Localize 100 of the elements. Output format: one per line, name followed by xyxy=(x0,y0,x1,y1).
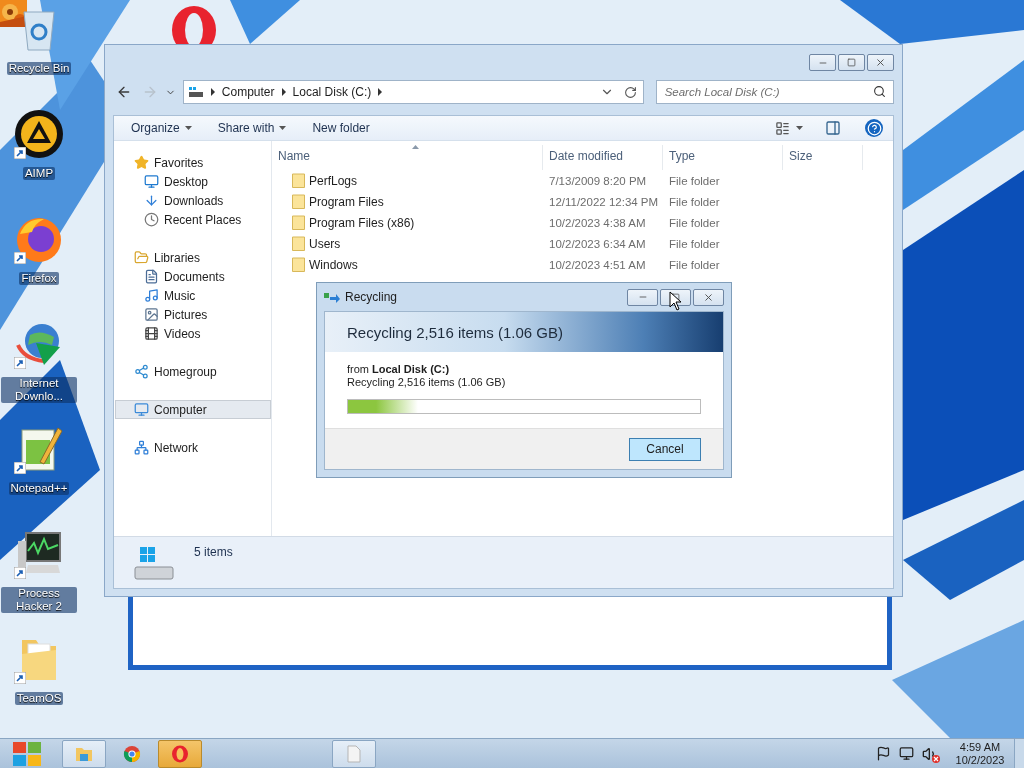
desktop-icon-label[interactable]: Recycle Bin xyxy=(6,62,72,75)
date-cell-text: 7/13/2009 8:20 PM xyxy=(548,174,648,187)
drive-icon xyxy=(187,86,204,98)
column-header[interactable]: Date modified xyxy=(543,145,663,170)
desktop-icon-label[interactable]: TeamOS xyxy=(14,692,64,705)
source-text: from Local Disk (C:) xyxy=(347,363,451,376)
dialog-heading: Recycling 2,516 items (1.06 GB) xyxy=(347,323,563,341)
document-icon xyxy=(144,269,159,284)
progress-detail: Recycling 2,516 items (1.06 GB) xyxy=(347,376,507,389)
help-icon[interactable] xyxy=(865,119,883,137)
film-icon xyxy=(144,326,159,341)
chrome-logo-icon xyxy=(123,744,141,763)
breadcrumb-item[interactable]: Local Disk (C:) xyxy=(292,85,372,99)
speaker-icon[interactable] xyxy=(922,745,938,762)
network-icon xyxy=(134,440,149,455)
opera-logo-icon xyxy=(171,744,189,763)
desktop-icon-label[interactable]: AIMP xyxy=(22,167,56,180)
address-bar[interactable]: Computer Local Disk (C:) xyxy=(182,80,644,104)
nav-item[interactable]: Favorites xyxy=(115,153,271,172)
file-name[interactable]: PerfLogs xyxy=(272,173,543,188)
nav-item[interactable]: Libraries xyxy=(115,248,271,267)
windows-logo-icon xyxy=(12,740,42,767)
nav-item[interactable]: Downloads xyxy=(115,191,271,210)
folder-icon xyxy=(292,257,305,272)
type-cell-text: File folder xyxy=(668,216,721,229)
muted-badge-icon xyxy=(932,754,940,763)
type-cell-text: File folder xyxy=(668,258,721,271)
toolbar-button[interactable]: New folder xyxy=(307,118,375,138)
dialog-title: Recycling xyxy=(345,290,399,304)
flag-icon[interactable] xyxy=(876,746,891,761)
clock[interactable]: 4:59 AM 10/2/2023 xyxy=(952,740,1008,767)
clock-icon xyxy=(144,212,159,227)
list-view-icon xyxy=(775,120,790,136)
taskbar-app-button[interactable] xyxy=(62,739,106,768)
file-name[interactable]: Program Files xyxy=(272,194,543,209)
column-header[interactable]: Size xyxy=(783,145,863,170)
minimize-button[interactable] xyxy=(809,54,836,71)
cancel-button[interactable]: Cancel xyxy=(629,437,701,461)
toolbar-button[interactable]: Share with xyxy=(212,118,292,138)
taskbar-app-button[interactable] xyxy=(158,739,202,768)
date-cell-text: 12/11/2022 12:34 PM xyxy=(548,195,660,208)
item-count: 5 items xyxy=(194,545,233,559)
refresh-icon[interactable] xyxy=(623,85,637,99)
nav-item[interactable]: Network xyxy=(115,438,271,457)
pane-icon xyxy=(825,120,841,136)
nav-item[interactable]: Recent Places xyxy=(115,210,271,229)
picture-icon xyxy=(144,307,159,322)
preview-pane-button[interactable] xyxy=(823,118,843,138)
sort-arrow-icon xyxy=(412,145,419,149)
date-cell-text: 10/2/2023 4:38 AM xyxy=(548,216,647,229)
type-cell-text: File folder xyxy=(668,174,721,187)
nav-item[interactable]: Pictures xyxy=(115,305,271,324)
breadcrumb-arrow-icon xyxy=(377,88,384,96)
move-arrow-icon xyxy=(324,291,340,303)
monitor-icon xyxy=(134,402,149,417)
desktop-icon-label[interactable]: Notepad++ xyxy=(8,482,70,495)
music-note-icon xyxy=(144,288,159,303)
desktop-icon-label[interactable]: Firefox xyxy=(19,272,59,285)
maximize-icon xyxy=(671,292,680,302)
caret-icon xyxy=(796,126,803,130)
file-name[interactable]: Users xyxy=(272,236,543,251)
date-cell-text: 10/2/2023 6:34 AM xyxy=(548,237,647,250)
aimp-logo-icon xyxy=(14,109,64,159)
star-icon xyxy=(134,155,149,170)
breadcrumb-arrow-icon xyxy=(209,88,216,96)
close-icon xyxy=(875,57,886,68)
type-cell-text: File folder xyxy=(668,195,721,208)
close-button[interactable] xyxy=(693,288,724,306)
file-name[interactable]: Windows xyxy=(272,257,543,272)
close-icon xyxy=(703,291,714,303)
nav-item[interactable]: Computer xyxy=(115,400,271,419)
maximize-icon xyxy=(847,58,856,67)
taskbar-app-button[interactable] xyxy=(332,739,376,768)
close-button[interactable] xyxy=(867,54,894,71)
folder-icon xyxy=(75,745,93,762)
nav-item[interactable]: Homegroup xyxy=(115,362,271,381)
file-name[interactable]: Program Files (x86) xyxy=(272,215,543,230)
maximize-button[interactable] xyxy=(838,54,865,71)
desktop-icon-label[interactable]: Internet Downlo... xyxy=(1,377,77,403)
download-icon xyxy=(144,193,159,208)
nav-item[interactable]: Desktop xyxy=(115,172,271,191)
folder-icon xyxy=(292,173,305,188)
nav-item[interactable]: Documents xyxy=(115,267,271,286)
folder-icon xyxy=(134,250,149,265)
network-icon[interactable] xyxy=(899,746,914,761)
date-cell-text: 10/2/2023 4:51 AM xyxy=(548,258,647,271)
search-field[interactable]: Search Local Disk (C:) xyxy=(655,80,894,104)
document-icon xyxy=(347,744,361,763)
drive-icon xyxy=(132,545,176,581)
minimize-button[interactable] xyxy=(627,288,658,306)
toolbar-button[interactable]: Organize xyxy=(126,118,197,138)
nav-item[interactable]: Music xyxy=(115,286,271,305)
show-desktop-button[interactable] xyxy=(1014,738,1024,768)
type-cell-text: File folder xyxy=(668,237,721,250)
desktop-icon-label[interactable]: Process Hacker 2 xyxy=(1,587,77,613)
monitor-glyph-icon xyxy=(899,746,914,761)
nav-item[interactable]: Videos xyxy=(115,324,271,343)
breadcrumb-item[interactable]: Computer xyxy=(221,85,275,99)
breadcrumb-arrow-icon xyxy=(280,88,287,96)
column-header[interactable]: Type xyxy=(663,145,783,170)
